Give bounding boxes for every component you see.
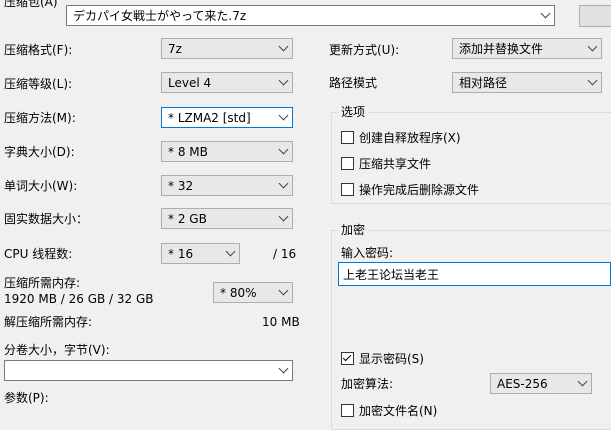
sfx-checkbox-box[interactable]: [341, 131, 354, 144]
solid-combo[interactable]: * 2 GB: [161, 208, 293, 229]
chevron-down-icon[interactable]: [274, 73, 292, 92]
update-value[interactable]: 添加并替换文件: [453, 40, 583, 57]
mem-value[interactable]: * 80%: [214, 286, 274, 300]
split-label: 分卷大小，字节(V):: [4, 343, 110, 357]
chevron-down-icon[interactable]: [573, 374, 591, 393]
password-label: 输入密码:: [341, 246, 394, 260]
path-mode-combo[interactable]: 相对路径: [452, 72, 602, 93]
dict-combo[interactable]: * 8 MB: [161, 141, 293, 162]
cpu-total: / 16: [273, 247, 297, 261]
path-mode-value[interactable]: 相对路径: [453, 74, 583, 91]
options-title: 选项: [338, 104, 369, 120]
decomp-label: 解压缩所需内存:: [4, 315, 93, 329]
shared-checkbox-label[interactable]: 压缩共享文件: [359, 155, 431, 172]
solid-label: 固实数据大小：: [4, 212, 89, 226]
format-combo[interactable]: 7z: [161, 38, 293, 59]
delete-checkbox[interactable]: 操作完成后删除源文件: [341, 181, 479, 198]
solid-value[interactable]: * 2 GB: [162, 212, 274, 226]
method-label: 压缩方法(M):: [4, 111, 76, 125]
archive-path-combo[interactable]: デカパイ女戦士がやって来た.7z: [66, 5, 555, 26]
encrypt-names-label[interactable]: 加密文件名(N): [359, 402, 437, 419]
show-password-checkbox[interactable]: 显示密码(S): [341, 350, 424, 367]
enc-method-value[interactable]: AES-256: [491, 377, 573, 391]
shared-checkbox-box[interactable]: [341, 157, 354, 170]
password-input[interactable]: 上老王论坛当老王: [338, 262, 611, 286]
chevron-down-icon[interactable]: [274, 361, 292, 380]
update-label: 更新方式(U):: [329, 43, 400, 57]
sfx-checkbox[interactable]: 创建自释放程序(X): [341, 129, 461, 146]
encrypt-names-checkbox-box[interactable]: [341, 404, 354, 417]
mem-detail: 1920 MB / 26 GB / 32 GB: [4, 292, 154, 306]
word-value[interactable]: * 32: [162, 179, 274, 193]
dict-label: 字典大小(D):: [4, 145, 75, 159]
mem-label: 压缩所需内存:: [4, 276, 81, 290]
archive-label: 压缩包(A): [4, 0, 58, 9]
chevron-down-icon[interactable]: [583, 39, 601, 58]
params-label: 参数(P):: [4, 391, 49, 405]
level-value[interactable]: Level 4: [162, 76, 274, 90]
show-password-label[interactable]: 显示密码(S): [359, 350, 424, 367]
mem-combo[interactable]: * 80%: [213, 282, 293, 303]
format-label: 压缩格式(F):: [4, 43, 73, 57]
update-combo[interactable]: 添加并替换文件: [452, 38, 602, 59]
cpu-label: CPU 线程数:: [4, 247, 73, 261]
delete-checkbox-box[interactable]: [341, 183, 354, 196]
chevron-down-icon[interactable]: [536, 6, 554, 25]
cpu-combo[interactable]: * 16: [161, 243, 240, 264]
method-combo[interactable]: * LZMA2 [std]: [161, 107, 293, 128]
encryption-title: 加密: [338, 222, 369, 238]
decomp-value: 10 MB: [262, 315, 300, 329]
level-label: 压缩等级(L):: [4, 77, 73, 91]
word-combo[interactable]: * 32: [161, 175, 293, 196]
method-value[interactable]: * LZMA2 [std]: [162, 111, 274, 125]
chevron-down-icon[interactable]: [274, 176, 292, 195]
split-combo[interactable]: [4, 360, 293, 381]
chevron-down-icon[interactable]: [274, 142, 292, 161]
level-combo[interactable]: Level 4: [161, 72, 293, 93]
encrypt-names-checkbox[interactable]: 加密文件名(N): [341, 402, 437, 419]
format-value[interactable]: 7z: [162, 42, 274, 56]
cpu-value[interactable]: * 16: [162, 247, 221, 261]
chevron-down-icon[interactable]: [274, 39, 292, 58]
dict-value[interactable]: * 8 MB: [162, 145, 274, 159]
shared-checkbox[interactable]: 压缩共享文件: [341, 155, 431, 172]
browse-button[interactable]: [579, 5, 611, 27]
enc-method-label: 加密算法:: [341, 377, 394, 391]
show-password-checkbox-box[interactable]: [341, 352, 354, 365]
enc-method-combo[interactable]: AES-256: [490, 373, 592, 394]
chevron-down-icon[interactable]: [274, 283, 292, 302]
chevron-down-icon[interactable]: [274, 209, 292, 228]
archive-path-value[interactable]: デカパイ女戦士がやって来た.7z: [67, 7, 536, 24]
path-mode-label: 路径模式: [329, 76, 378, 90]
chevron-down-icon[interactable]: [274, 108, 292, 127]
sfx-checkbox-label[interactable]: 创建自释放程序(X): [359, 129, 461, 146]
delete-checkbox-label[interactable]: 操作完成后删除源文件: [359, 181, 479, 198]
chevron-down-icon[interactable]: [221, 244, 239, 263]
word-label: 单词大小(W):: [4, 179, 78, 193]
chevron-down-icon[interactable]: [583, 73, 601, 92]
